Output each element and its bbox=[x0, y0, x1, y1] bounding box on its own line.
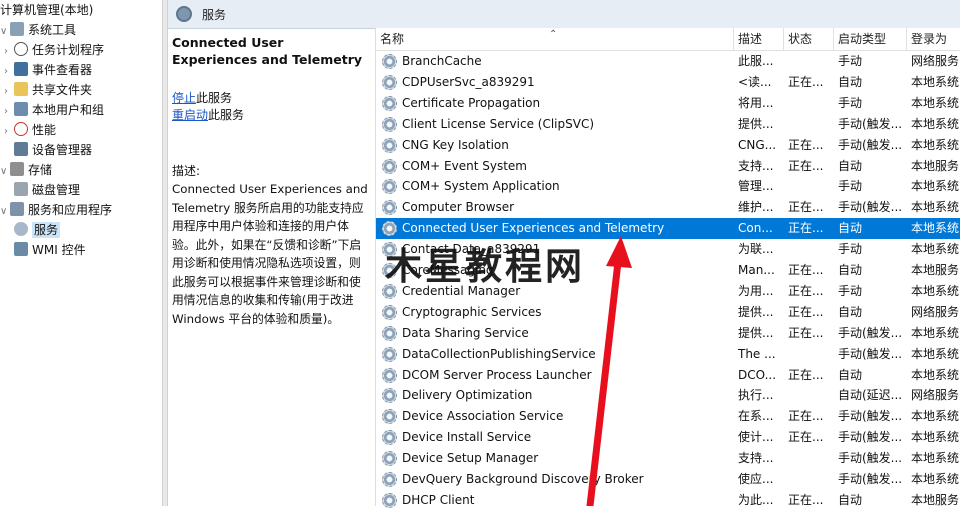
annotation-arrow bbox=[586, 236, 632, 506]
